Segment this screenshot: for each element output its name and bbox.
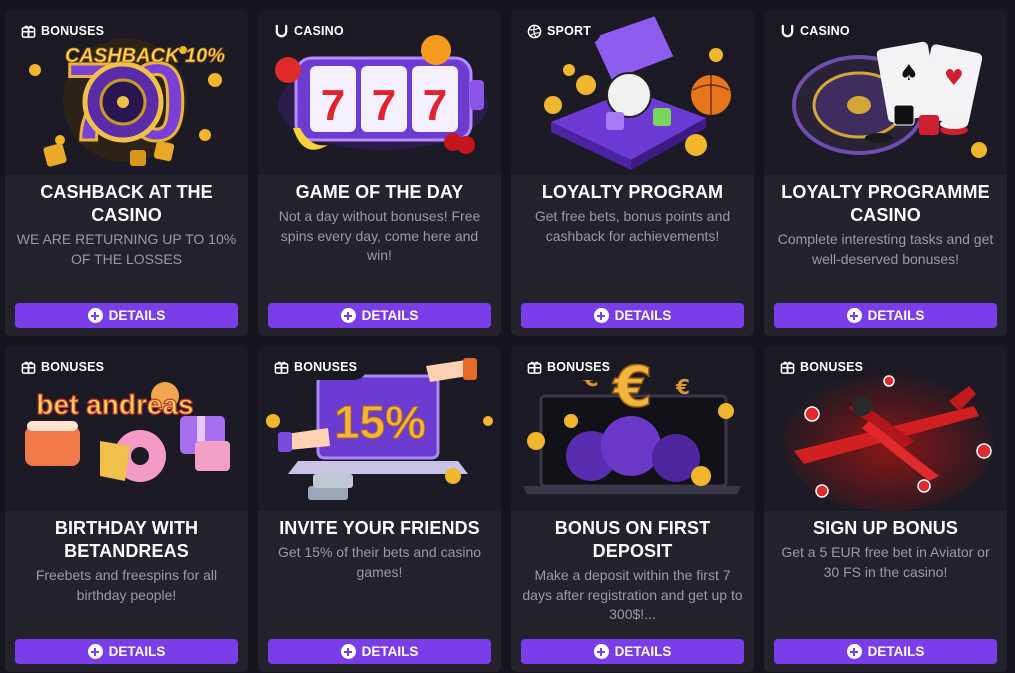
volleyball-icon: [527, 24, 542, 38]
gift-icon: [780, 361, 795, 374]
badge-label: BONUSES: [41, 24, 105, 38]
plus-circle-icon: [593, 308, 609, 323]
svg-text:7: 7: [372, 81, 396, 130]
promotions-grid: BONUSES 70 CASHBACK 10% CASHBACK AT THE …: [0, 0, 1015, 673]
promo-description: Make a deposit within the first 7 days a…: [522, 567, 743, 622]
details-button-label: DETAILS: [614, 644, 672, 659]
plus-circle-icon: [87, 644, 103, 659]
category-badge: BONUSES: [13, 18, 115, 44]
svg-text:♠: ♠: [899, 61, 919, 86]
promo-title: BONUS ON FIRST DEPOSIT: [554, 518, 711, 561]
promo-title: GAME OF THE DAY: [295, 182, 464, 202]
promo-card-game-of-the-day[interactable]: CASINO 777 7 7 7 GAME OF THE DAY: [258, 10, 501, 336]
promo-description: Get free bets, bonus points and cashback…: [534, 208, 731, 244]
details-button[interactable]: DETAILS: [774, 639, 997, 664]
svg-text:bet andreas: bet andreas: [36, 389, 193, 420]
category-badge: CASINO: [266, 18, 354, 44]
category-badge: BONUSES: [519, 354, 621, 380]
promo-card-loyalty-program[interactable]: SPORT LOYALTY PROGRAM Get free bets, bon…: [511, 10, 754, 336]
category-badge: BONUSES: [772, 354, 874, 380]
badge-label: BONUSES: [41, 360, 105, 374]
promo-title: CASHBACK AT THE CASINO: [40, 182, 213, 225]
details-button-label: DETAILS: [108, 644, 166, 659]
category-badge: BONUSES: [266, 354, 368, 380]
promo-title: BIRTHDAY WITH BETANDREAS: [54, 518, 199, 561]
badge-label: CASINO: [800, 24, 850, 38]
plus-circle-icon: [593, 644, 609, 659]
promo-title: INVITE YOUR FRIENDS: [279, 518, 480, 538]
details-button-label: DETAILS: [867, 308, 925, 323]
svg-text:7: 7: [321, 81, 345, 130]
gift-icon: [274, 361, 289, 374]
svg-text:7: 7: [423, 81, 447, 130]
promo-description: Not a day without bonuses! Free spins ev…: [278, 208, 481, 263]
promo-card-birthday[interactable]: BONUSES bet andreas BIRTHDAY WITH BETAND…: [5, 346, 248, 672]
details-button-label: DETAILS: [361, 308, 419, 323]
details-button-label: DETAILS: [614, 308, 672, 323]
details-button-label: DETAILS: [867, 644, 925, 659]
details-button[interactable]: DETAILS: [268, 303, 491, 328]
svg-text:15%: 15%: [334, 396, 426, 448]
details-button[interactable]: DETAILS: [15, 639, 238, 664]
promo-description: WE ARE RETURNING UP TO 10% OF THE LOSSES: [16, 231, 237, 267]
svg-text:CASHBACK 10%: CASHBACK 10%: [65, 45, 225, 67]
promo-card-invite-friends[interactable]: BONUSES 15% INVITE YOUR FRIENDS Get 15% …: [258, 346, 501, 672]
horseshoe-icon: [275, 24, 288, 37]
promo-title: LOYALTY PROGRAMME CASINO: [781, 182, 990, 225]
details-button[interactable]: DETAILS: [268, 639, 491, 664]
promo-description: Complete interesting tasks and get well-…: [777, 231, 994, 267]
svg-text:♥: ♥: [944, 66, 964, 91]
details-button[interactable]: DETAILS: [15, 303, 238, 328]
details-button-label: DETAILS: [361, 644, 419, 659]
promo-card-cashback[interactable]: BONUSES 70 CASHBACK 10% CASHBACK AT THE …: [5, 10, 248, 336]
details-button-label: DETAILS: [108, 308, 166, 323]
plus-circle-icon: [340, 308, 356, 323]
promo-description: Freebets and freespins for all birthday …: [35, 567, 218, 603]
plus-circle-icon: [87, 308, 103, 323]
svg-text:€: €: [675, 375, 690, 399]
gift-icon: [21, 361, 36, 374]
gift-icon: [527, 361, 542, 374]
plus-circle-icon: [846, 644, 862, 659]
category-badge: CASINO: [772, 18, 860, 44]
plus-circle-icon: [340, 644, 356, 659]
badge-label: BONUSES: [294, 360, 358, 374]
details-button[interactable]: DETAILS: [774, 303, 997, 328]
details-button[interactable]: DETAILS: [521, 639, 744, 664]
plus-circle-icon: [846, 308, 862, 323]
category-badge: SPORT: [519, 18, 602, 44]
badge-label: CASINO: [294, 24, 344, 38]
badge-label: BONUSES: [800, 360, 864, 374]
category-badge: BONUSES: [13, 354, 115, 380]
promo-card-sign-up[interactable]: BONUSES SIGN UP BONUS Get a 5 EUR free b…: [764, 346, 1007, 672]
promo-card-first-deposit[interactable]: BONUSES € € € BONUS ON FIRST DEPOSIT Mak…: [511, 346, 754, 672]
promo-card-loyalty-casino[interactable]: CASINO ♠ ♥ LOYALTY PROGRAMME CASINO Comp…: [764, 10, 1007, 336]
badge-label: SPORT: [547, 24, 592, 38]
details-button[interactable]: DETAILS: [521, 303, 744, 328]
gift-icon: [21, 25, 36, 38]
badge-label: BONUSES: [547, 360, 611, 374]
promo-title: SIGN UP BONUS: [813, 518, 958, 538]
promo-title: LOYALTY PROGRAM: [541, 182, 724, 202]
horseshoe-icon: [781, 24, 794, 37]
promo-description: Get 15% of their bets and casino games!: [277, 544, 482, 580]
promo-description: Get a 5 EUR free bet in Aviator or 30 FS…: [781, 544, 990, 580]
